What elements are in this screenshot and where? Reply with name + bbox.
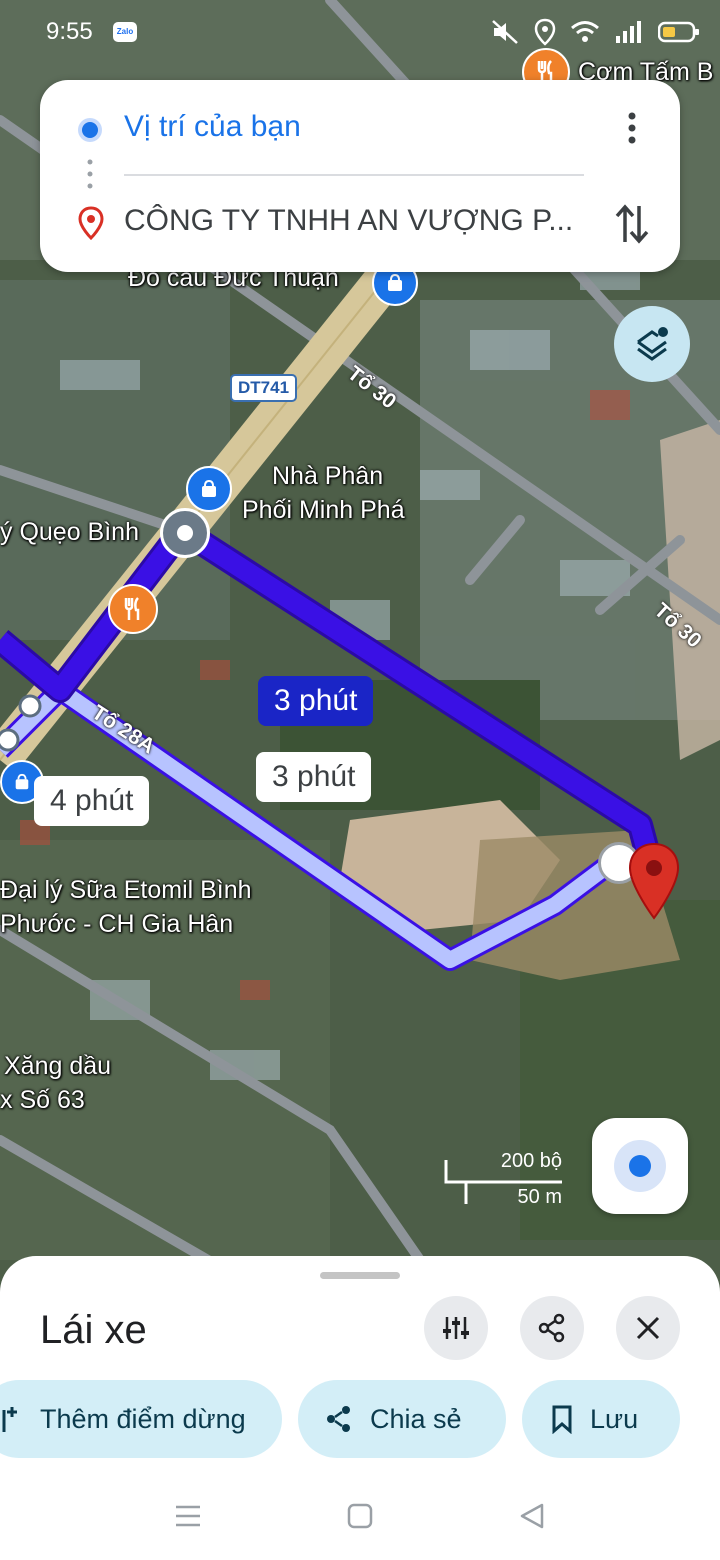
- my-location-button[interactable]: [592, 1118, 688, 1214]
- road-shield-dt741: DT741: [230, 374, 298, 402]
- home-icon[interactable]: [346, 1502, 374, 1530]
- add-stop-label: Thêm điểm dừng: [40, 1403, 246, 1434]
- back-icon[interactable]: [518, 1502, 546, 1530]
- status-icons: [490, 18, 700, 46]
- tune-icon: [443, 1317, 469, 1339]
- more-options-icon[interactable]: [624, 110, 640, 146]
- poi-label-queo-binh[interactable]: ý Quẹo Bình: [0, 518, 139, 547]
- share-button[interactable]: [520, 1296, 584, 1360]
- route-time-alt-2[interactable]: 4 phút: [34, 776, 150, 826]
- wifi-icon: [571, 21, 599, 42]
- origin-dot-icon: [78, 118, 102, 142]
- close-icon: [636, 1316, 660, 1340]
- system-navigation-bar: [0, 1478, 720, 1560]
- poi-label-etomil-1[interactable]: Đại lý Sữa Etomil Bình: [0, 876, 252, 905]
- share-chip[interactable]: Chia sẻ: [298, 1380, 506, 1458]
- destination-pin-outline-icon: [78, 206, 104, 240]
- status-time: 9:55: [46, 18, 93, 45]
- map-scale: 200 bộ 50 m: [444, 1148, 564, 1212]
- poi-label-nha-phan-1[interactable]: Nhà Phân: [272, 462, 383, 491]
- add-stop-chip[interactable]: Thêm điểm dừng: [0, 1380, 282, 1458]
- poi-label-nha-phan-2[interactable]: Phối Minh Phá: [242, 496, 405, 525]
- sheet-drag-handle[interactable]: [320, 1272, 400, 1279]
- route-options-button[interactable]: [424, 1296, 488, 1360]
- add-stop-icon: [2, 1407, 17, 1432]
- status-bar: 9:55 Zalo: [0, 0, 720, 64]
- save-label: Lưu: [590, 1403, 639, 1434]
- my-location-icon: [614, 1140, 666, 1192]
- restaurant-icon[interactable]: [108, 584, 158, 634]
- zalo-notification-icon: Zalo: [113, 22, 137, 42]
- location-icon: [534, 18, 556, 46]
- poi-label-xang-2[interactable]: x Số 63: [0, 1086, 85, 1115]
- swap-direction-icon[interactable]: [614, 202, 650, 246]
- share-icon: [538, 1313, 565, 1343]
- scale-label-meters: 50 m: [517, 1186, 562, 1208]
- scale-label-feet: 200 bộ: [500, 1150, 562, 1172]
- waypoint-icon[interactable]: [160, 508, 210, 558]
- recent-apps-icon[interactable]: [174, 1502, 202, 1530]
- poi-label-etomil-2[interactable]: Phước - CH Gia Hân: [0, 910, 233, 939]
- route-card: Vị trí của bạn CÔNG TY TNHH AN VƯỢNG P..…: [40, 80, 680, 272]
- shopping-icon[interactable]: [186, 466, 232, 512]
- signal-icon: [616, 21, 641, 43]
- share-label: Chia sẻ: [370, 1403, 462, 1434]
- close-button[interactable]: [616, 1296, 680, 1360]
- travel-mode-title: Lái xe: [40, 1308, 147, 1352]
- route-time-primary[interactable]: 3 phút: [258, 676, 374, 726]
- bookmark-icon: [552, 1405, 572, 1434]
- share-icon: [327, 1406, 350, 1432]
- origin-field[interactable]: Vị trí của bạn: [124, 110, 301, 144]
- route-time-alt-1[interactable]: 3 phút: [256, 752, 372, 802]
- mute-icon: [492, 20, 518, 44]
- route-dots-icon: [87, 159, 93, 189]
- layers-icon: [637, 327, 668, 361]
- destination-field[interactable]: CÔNG TY TNHH AN VƯỢNG P...: [124, 204, 573, 238]
- layers-button[interactable]: [614, 306, 690, 382]
- save-chip[interactable]: Lưu: [522, 1380, 680, 1458]
- destination-pin-icon[interactable]: [628, 842, 680, 920]
- battery-icon: [658, 21, 699, 43]
- poi-label-xang-1[interactable]: Xăng dầu: [4, 1052, 111, 1081]
- route-divider: [124, 174, 584, 176]
